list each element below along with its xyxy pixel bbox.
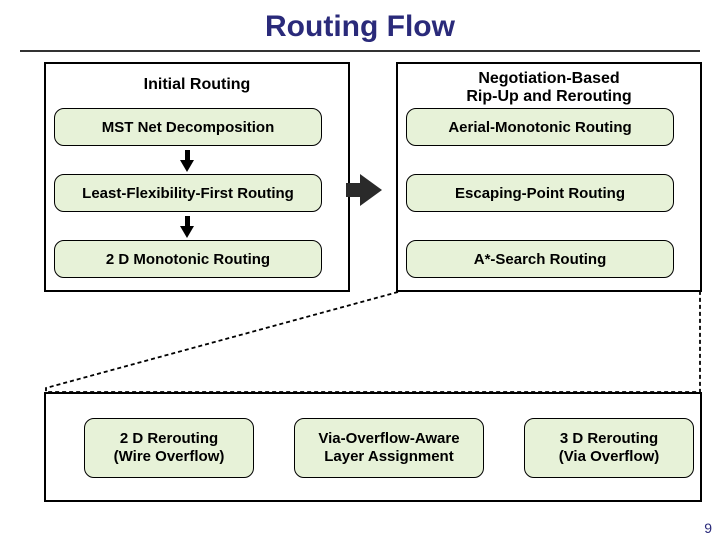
step-a-star-search: A*-Search Routing xyxy=(406,240,674,278)
step-aerial-monotonic: Aerial-Monotonic Routing xyxy=(406,108,674,146)
diagram-stage: Initial Routing MST Net Decomposition Le… xyxy=(22,56,698,524)
step-2d-rerouting: 2 D Rerouting(Wire Overflow) xyxy=(84,418,254,478)
arrow-down-icon xyxy=(180,226,194,238)
step-2d-monotonic-routing: 2 D Monotonic Routing xyxy=(54,240,322,278)
panel-heading-left: Initial Routing xyxy=(46,64,348,102)
step-3d-rerouting: 3 D Rerouting(Via Overflow) xyxy=(524,418,694,478)
title-underline xyxy=(20,50,700,52)
step-least-flexibility-first: Least-Flexibility-First Routing xyxy=(54,174,322,212)
arrow-down-icon xyxy=(180,160,194,172)
arrow-right-icon xyxy=(360,174,382,206)
page-number: 9 xyxy=(704,520,712,536)
slide-title: Routing Flow xyxy=(0,0,720,44)
panel-heading-right: Negotiation-BasedRip-Up and Rerouting xyxy=(398,64,700,113)
step-escaping-point: Escaping-Point Routing xyxy=(406,174,674,212)
step-via-overflow-layer-assignment: Via-Overflow-AwareLayer Assignment xyxy=(294,418,484,478)
step-mst-net-decomposition: MST Net Decomposition xyxy=(54,108,322,146)
